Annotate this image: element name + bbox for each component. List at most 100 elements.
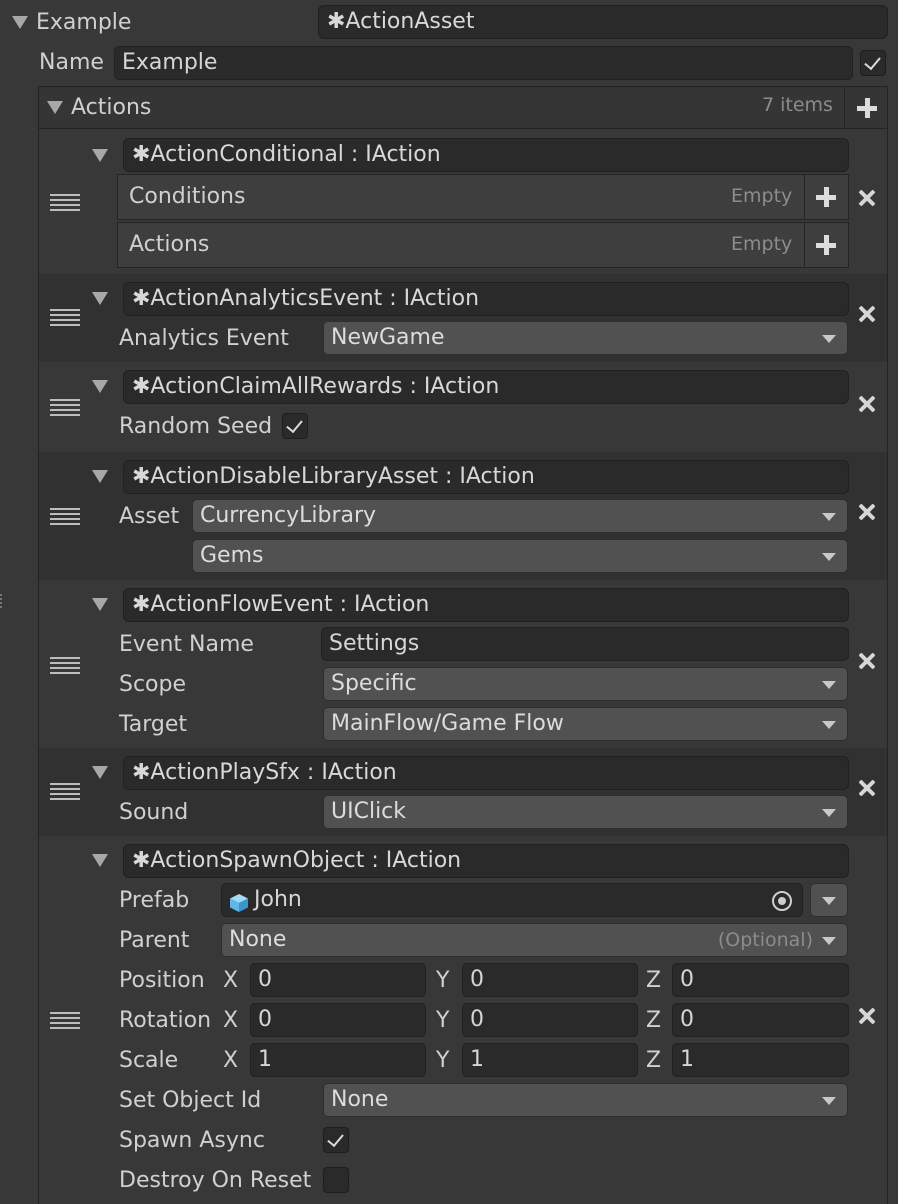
position-y-input[interactable]: 0 — [462, 963, 638, 997]
add-nested-action-plus-icon[interactable] — [816, 235, 836, 255]
library-dropdown[interactable]: CurrencyLibrary — [192, 499, 848, 533]
analytics-remove-icon[interactable] — [857, 304, 877, 324]
sound-value: UIClick — [331, 799, 407, 824]
actions-add-divider — [844, 87, 845, 129]
conditional-foldout-arrow-icon[interactable] — [92, 149, 108, 162]
flow-type-field[interactable]: ✱ActionFlowEvent : IAction — [123, 588, 849, 622]
parent-dropdown[interactable]: None (Optional) — [221, 923, 848, 957]
event-name-label: Event Name — [119, 632, 254, 657]
add-condition-plus-icon[interactable] — [816, 187, 836, 207]
rotation-y-label[interactable]: Y — [436, 1010, 449, 1032]
position-z-label[interactable]: Z — [646, 970, 661, 992]
conditions-status: Empty — [731, 185, 793, 207]
prefab-menu-button[interactable] — [810, 883, 848, 917]
parent-optional-hint: (Optional) — [717, 929, 813, 951]
object-id-label: Set Object Id — [119, 1088, 262, 1113]
nested-actions-label[interactable]: Actions — [129, 234, 209, 256]
disable-foldout-arrow-icon[interactable] — [92, 470, 108, 483]
prefab-value: John — [254, 887, 302, 912]
rotation-y-input[interactable]: 0 — [462, 1003, 638, 1037]
position-z-input[interactable]: 0 — [672, 963, 849, 997]
actions-item-count: 7 items — [762, 94, 833, 116]
scale-y-input[interactable]: 1 — [462, 1043, 638, 1077]
disable-drag-handle-icon[interactable] — [50, 508, 80, 525]
nested-actions-status: Empty — [731, 233, 793, 255]
disable-type-field[interactable]: ✱ActionDisableLibraryAsset : IAction — [123, 460, 849, 494]
event-name-input[interactable]: Settings — [321, 627, 849, 661]
prefab-object-field[interactable]: John — [221, 883, 803, 917]
library-item-dropdown[interactable]: Gems — [192, 539, 848, 573]
object-picker-icon[interactable] — [772, 891, 792, 911]
target-value: MainFlow/Game Flow — [331, 711, 564, 736]
conditions-divider — [804, 175, 805, 219]
scale-x-input[interactable]: 1 — [250, 1043, 426, 1077]
chevron-down-icon — [822, 897, 836, 905]
rotation-z-label[interactable]: Z — [646, 1010, 661, 1032]
position-y-label[interactable]: Y — [436, 970, 449, 992]
position-x-input[interactable]: 0 — [250, 963, 426, 997]
conditional-drag-handle-icon[interactable] — [50, 194, 80, 211]
claim-remove-icon[interactable] — [857, 394, 877, 414]
chevron-down-icon — [822, 681, 836, 689]
chevron-down-icon — [822, 335, 836, 343]
object-id-value: None — [331, 1087, 389, 1112]
scale-z-label[interactable]: Z — [646, 1050, 661, 1072]
flow-remove-icon[interactable] — [857, 651, 877, 671]
actions-list-title[interactable]: Actions — [71, 97, 151, 119]
sfx-drag-handle-icon[interactable] — [50, 783, 80, 800]
scope-dropdown[interactable]: Specific — [323, 667, 848, 701]
conditional-type-field[interactable]: ✱ActionConditional : IAction — [123, 138, 849, 172]
rotation-z-input[interactable]: 0 — [672, 1003, 849, 1037]
scale-x-label[interactable]: X — [223, 1050, 238, 1072]
disable-remove-icon[interactable] — [857, 502, 877, 522]
analytics-event-dropdown[interactable]: NewGame — [323, 321, 848, 355]
spawn-drag-handle-icon[interactable] — [50, 1012, 80, 1029]
analytics-foldout-arrow-icon[interactable] — [92, 292, 108, 305]
sfx-remove-icon[interactable] — [857, 778, 877, 798]
example-foldout-arrow-icon[interactable] — [12, 16, 28, 29]
spawn-remove-icon[interactable] — [857, 1006, 877, 1026]
side-grip-icon — [0, 594, 3, 608]
rotation-x-label[interactable]: X — [223, 1010, 238, 1032]
scale-y-label[interactable]: Y — [436, 1050, 449, 1072]
claim-foldout-arrow-icon[interactable] — [92, 380, 108, 393]
spawn-foldout-arrow-icon[interactable] — [92, 854, 108, 867]
example-foldout-label[interactable]: Example — [36, 12, 131, 34]
flow-foldout-arrow-icon[interactable] — [92, 598, 108, 611]
chevron-down-icon — [822, 937, 836, 945]
flow-drag-handle-icon[interactable] — [50, 657, 80, 674]
parent-value: None — [229, 927, 287, 952]
spawn-type-field[interactable]: ✱ActionSpawnObject : IAction — [123, 844, 849, 878]
sound-dropdown[interactable]: UIClick — [323, 795, 848, 829]
library-item-value: Gems — [200, 543, 264, 568]
asset-type-field[interactable]: ✱ActionAsset — [318, 5, 888, 39]
add-action-plus-icon[interactable] — [857, 98, 877, 118]
claim-type-field[interactable]: ✱ActionClaimAllRewards : IAction — [123, 370, 849, 404]
name-toggle-checkbox[interactable] — [860, 50, 886, 76]
spawn-async-checkbox[interactable] — [323, 1127, 349, 1153]
analytics-type-field[interactable]: ✱ActionAnalyticsEvent : IAction — [123, 282, 849, 316]
sfx-foldout-arrow-icon[interactable] — [92, 766, 108, 779]
claim-drag-handle-icon[interactable] — [50, 399, 80, 416]
destroy-on-reset-checkbox[interactable] — [323, 1167, 349, 1193]
object-id-dropdown[interactable]: None — [323, 1083, 848, 1117]
chevron-down-icon — [822, 809, 836, 817]
rotation-label: Rotation — [119, 1008, 212, 1033]
prefab-label: Prefab — [119, 888, 190, 913]
library-value: CurrencyLibrary — [200, 503, 377, 528]
position-x-label[interactable]: X — [223, 970, 238, 992]
sound-label: Sound — [119, 800, 189, 825]
actions-foldout-arrow-icon[interactable] — [47, 101, 63, 114]
prefab-icon — [229, 891, 249, 912]
conditions-label[interactable]: Conditions — [129, 186, 245, 208]
rotation-x-input[interactable]: 0 — [250, 1003, 426, 1037]
analytics-drag-handle-icon[interactable] — [50, 309, 80, 326]
conditional-remove-icon[interactable] — [857, 188, 877, 208]
analytics-event-value: NewGame — [331, 325, 445, 350]
random-seed-checkbox[interactable] — [282, 413, 308, 439]
target-dropdown[interactable]: MainFlow/Game Flow — [323, 707, 848, 741]
position-label: Position — [119, 968, 205, 993]
sfx-type-field[interactable]: ✱ActionPlaySfx : IAction — [123, 756, 849, 790]
scale-z-input[interactable]: 1 — [672, 1043, 849, 1077]
name-input[interactable]: Example — [114, 46, 853, 80]
